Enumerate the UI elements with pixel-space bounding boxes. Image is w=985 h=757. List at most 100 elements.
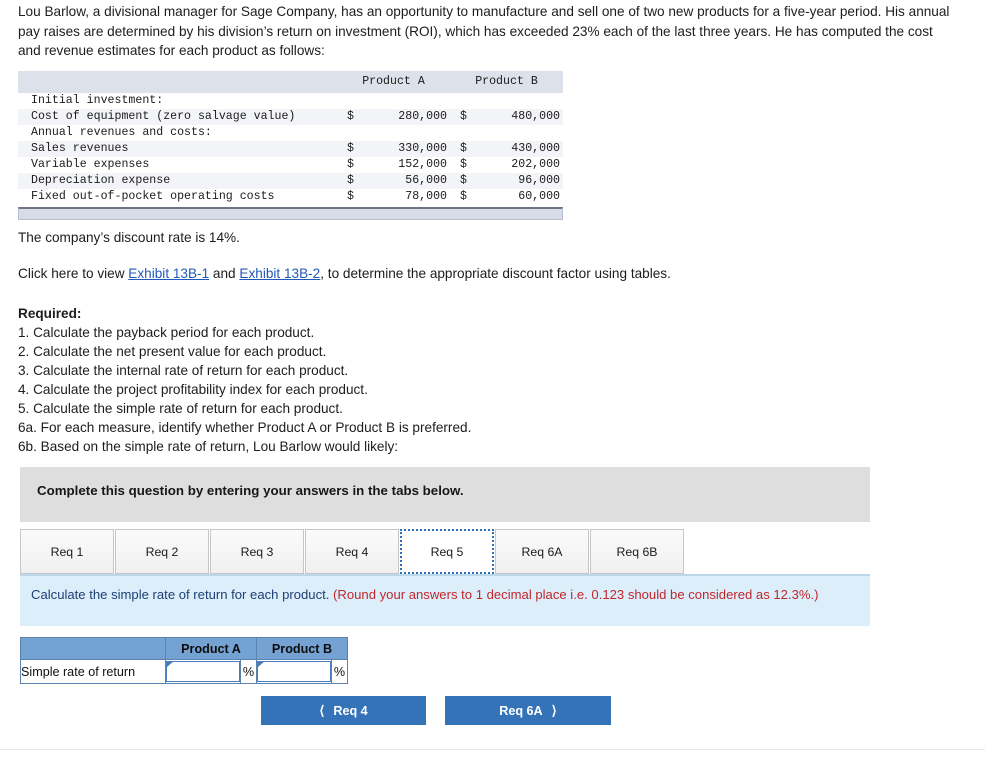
row-label: Initial investment: xyxy=(18,93,337,109)
table-row: Fixed out-of-pocket operating costs $ 78… xyxy=(18,189,563,205)
question-rounding-hint: (Round your answers to 1 decimal place i… xyxy=(333,587,819,602)
question-prompt: Calculate the simple rate of return for … xyxy=(31,587,334,602)
cell-a-value xyxy=(361,125,450,141)
product-a-rate-input[interactable] xyxy=(166,661,240,682)
cell-a-value xyxy=(361,93,450,109)
chevron-right-icon: ⟩ xyxy=(551,702,557,718)
table-header-row: Product A Product B xyxy=(18,71,563,93)
cell-a-currency: $ xyxy=(337,189,361,205)
answer-row-simple-rate-of-return: Simple rate of return % % xyxy=(20,659,348,684)
product-b-rate-input[interactable] xyxy=(257,661,331,682)
table-row: Annual revenues and costs: xyxy=(18,125,563,141)
cell-b-currency: $ xyxy=(450,141,474,157)
table-row: Sales revenues $ 330,000 $ 430,000 xyxy=(18,141,563,157)
row-label: Sales revenues xyxy=(18,141,337,157)
table-footer-bar xyxy=(18,207,563,220)
exhibit-pre-text: Click here to view xyxy=(18,266,129,281)
tab-req-3[interactable]: Req 3 xyxy=(210,529,304,574)
header-product-a: Product A xyxy=(337,71,450,93)
cell-a-currency: $ xyxy=(337,141,361,157)
cell-b-value: 480,000 xyxy=(474,109,563,125)
tab-label: Req 2 xyxy=(145,544,179,559)
tab-req-5[interactable]: Req 5 xyxy=(400,529,494,574)
previous-button-label: Req 4 xyxy=(333,703,368,718)
tab-label: Req 3 xyxy=(240,544,274,559)
required-item-3: 3. Calculate the internal rate of return… xyxy=(18,363,349,378)
financial-data-table: Product A Product B Initial investment: … xyxy=(18,71,563,220)
cell-a-currency xyxy=(337,125,361,141)
exhibit-13b-1-link[interactable]: Exhibit 13B-1 xyxy=(128,266,209,281)
product-b-percent-suffix: % xyxy=(331,659,348,684)
product-a-percent-suffix: % xyxy=(240,659,257,684)
instruction-banner-text: Complete this question by entering your … xyxy=(37,483,464,498)
required-item-4: 4. Calculate the project profitability i… xyxy=(18,382,368,397)
row-label: Variable expenses xyxy=(18,157,337,173)
product-b-input-cell[interactable] xyxy=(256,659,332,684)
exhibit-13b-2-link[interactable]: Exhibit 13B-2 xyxy=(239,266,320,281)
cell-a-currency: $ xyxy=(337,109,361,125)
cell-b-value xyxy=(474,93,563,109)
cell-b-value xyxy=(474,125,563,141)
product-a-input-cell[interactable] xyxy=(165,659,241,684)
instruction-banner: Complete this question by entering your … xyxy=(20,467,870,522)
cell-b-value: 60,000 xyxy=(474,189,563,205)
table-row: Cost of equipment (zero salvage value) $… xyxy=(18,109,563,125)
exhibit-mid-text: and xyxy=(209,266,240,281)
header-product-b: Product B xyxy=(450,71,563,93)
row-label: Cost of equipment (zero salvage value) xyxy=(18,109,337,125)
cell-b-value: 202,000 xyxy=(474,157,563,173)
exhibit-links-line: Click here to view Exhibit 13B-1 and Exh… xyxy=(18,266,671,281)
cell-b-currency: $ xyxy=(450,109,474,125)
row-label: Depreciation expense xyxy=(18,173,337,189)
answer-header-product-a: Product A xyxy=(165,637,257,660)
header-blank xyxy=(18,71,337,93)
next-requirement-button[interactable]: Req 6A ⟩ xyxy=(445,696,611,725)
cell-b-value: 430,000 xyxy=(474,141,563,157)
tab-label: Req 6B xyxy=(616,544,658,559)
question-text-wrap: Calculate the simple rate of return for … xyxy=(31,586,861,604)
cell-a-value: 330,000 xyxy=(361,141,450,157)
required-title: Required: xyxy=(18,306,82,321)
required-item-5: 5. Calculate the simple rate of return f… xyxy=(18,401,343,416)
discount-rate-text: The company’s discount rate is 14%. xyxy=(18,230,240,245)
tab-req-2[interactable]: Req 2 xyxy=(115,529,209,574)
cell-a-currency: $ xyxy=(337,157,361,173)
tab-label: Req 5 xyxy=(430,544,464,559)
answer-table: Product A Product B Simple rate of retur… xyxy=(20,637,348,684)
required-item-1: 1. Calculate the payback period for each… xyxy=(18,325,315,340)
cell-b-currency: $ xyxy=(450,157,474,173)
tab-label: Req 6A xyxy=(521,544,563,559)
answer-row-label: Simple rate of return xyxy=(20,659,166,684)
cell-b-value: 96,000 xyxy=(474,173,563,189)
required-item-2: 2. Calculate the net present value for e… xyxy=(18,344,327,359)
exhibit-post-text: , to determine the appropriate discount … xyxy=(320,266,671,281)
answer-header-row: Product A Product B xyxy=(20,637,348,660)
chevron-left-icon: ⟨ xyxy=(319,702,325,718)
required-item-6b: 6b. Based on the simple rate of return, … xyxy=(18,439,399,454)
question-panel: Calculate the simple rate of return for … xyxy=(20,576,870,626)
cell-a-value: 56,000 xyxy=(361,173,450,189)
cell-b-currency xyxy=(450,125,474,141)
cell-b-currency: $ xyxy=(450,189,474,205)
table-row: Initial investment: xyxy=(18,93,563,109)
requirement-tabs: Req 1 Req 2 Req 3 Req 4 Req 5 Req 6A Req… xyxy=(20,529,685,574)
tab-label: Req 1 xyxy=(50,544,84,559)
cell-b-currency: $ xyxy=(450,173,474,189)
table-row: Depreciation expense $ 56,000 $ 96,000 xyxy=(18,173,563,189)
answer-header-blank xyxy=(20,637,166,660)
tab-req-6b[interactable]: Req 6B xyxy=(590,529,684,574)
answer-header-product-b: Product B xyxy=(256,637,348,660)
required-section: Required: 1. Calculate the payback perio… xyxy=(18,304,471,456)
tab-req-6a[interactable]: Req 6A xyxy=(495,529,589,574)
cell-a-value: 78,000 xyxy=(361,189,450,205)
cell-a-value: 152,000 xyxy=(361,157,450,173)
table-row: Variable expenses $ 152,000 $ 202,000 xyxy=(18,157,563,173)
tab-req-4[interactable]: Req 4 xyxy=(305,529,399,574)
cell-b-currency xyxy=(450,93,474,109)
tab-label: Req 4 xyxy=(335,544,369,559)
cell-a-value: 280,000 xyxy=(361,109,450,125)
tab-req-1[interactable]: Req 1 xyxy=(20,529,114,574)
row-label: Fixed out-of-pocket operating costs xyxy=(18,189,337,205)
required-item-6a: 6a. For each measure, identify whether P… xyxy=(18,420,472,435)
previous-requirement-button[interactable]: ⟨ Req 4 xyxy=(261,696,426,725)
